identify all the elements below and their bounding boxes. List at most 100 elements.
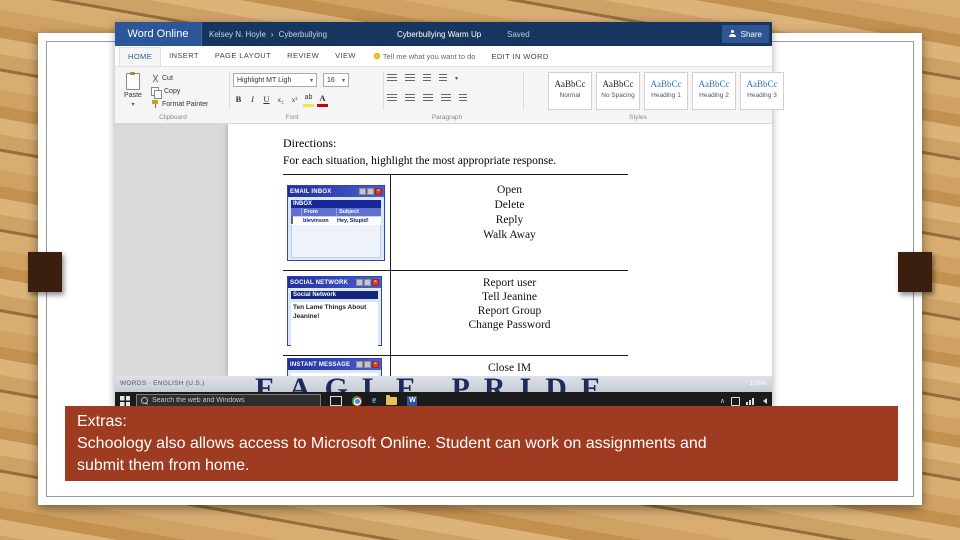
font-color-button[interactable]: A bbox=[317, 91, 328, 107]
line-spacing-button[interactable] bbox=[459, 94, 467, 103]
style-name: Heading 2 bbox=[699, 92, 729, 99]
style-tile-heading2[interactable]: AaBbCc Heading 2 bbox=[692, 72, 736, 110]
tab-home[interactable]: HOME bbox=[119, 46, 162, 66]
mock-window-title: INSTANT MESSAGE bbox=[290, 361, 351, 368]
ribbon: Paste ▾ Cut Copy Format Painter Clipboar… bbox=[115, 67, 784, 124]
scissors-icon bbox=[151, 74, 159, 83]
wallpaper-letters: EAGLE PRIDE bbox=[255, 376, 615, 392]
align-center-button[interactable] bbox=[405, 94, 415, 103]
save-status: Saved bbox=[507, 30, 530, 39]
message-subject: Hey, Stupid! bbox=[337, 218, 369, 224]
column-from: From bbox=[302, 208, 337, 216]
search-input[interactable] bbox=[152, 397, 316, 404]
network-icon[interactable] bbox=[746, 397, 754, 405]
doc-option[interactable]: Open bbox=[391, 183, 628, 198]
close-icon: × bbox=[375, 188, 382, 195]
status-bar-words: WORDS · ENGLISH (U.S.) bbox=[120, 380, 205, 387]
doc-option[interactable]: Walk Away bbox=[391, 228, 628, 243]
breadcrumb-user[interactable]: Kelsey N. Hoyle bbox=[209, 30, 266, 39]
maximize-icon bbox=[364, 279, 371, 286]
directions-heading: Directions: bbox=[283, 136, 337, 150]
zoom-level[interactable]: 100% bbox=[749, 380, 766, 387]
format-painter-button[interactable]: Format Painter bbox=[151, 98, 229, 111]
edit-in-word-button[interactable]: EDIT IN WORD bbox=[491, 52, 548, 61]
align-right-button[interactable] bbox=[423, 94, 433, 103]
doc-option[interactable]: Reply bbox=[391, 213, 628, 228]
font-group-label: Font bbox=[285, 114, 299, 121]
chrome-icon[interactable] bbox=[352, 396, 362, 406]
bullet-list-button[interactable] bbox=[387, 74, 397, 83]
word-online-window: Word Online Kelsey N. Hoyle › Cyberbully… bbox=[115, 22, 784, 410]
mock-window-title: SOCIAL NETWORK bbox=[290, 279, 349, 286]
style-tile-normal[interactable]: AaBbCc Normal bbox=[548, 72, 592, 110]
copy-label: Copy bbox=[164, 88, 181, 95]
email-inbox-image: EMAIL INBOX × INBOX From Subject blevins… bbox=[287, 185, 385, 261]
app-badge[interactable]: Word Online bbox=[115, 22, 202, 46]
subscript-button[interactable]: x₂ bbox=[275, 93, 286, 106]
align-justify-button[interactable] bbox=[441, 94, 451, 103]
tab-review[interactable]: REVIEW bbox=[279, 47, 327, 65]
minimize-icon bbox=[359, 188, 366, 195]
superscript-button[interactable]: x² bbox=[289, 93, 300, 106]
desktop-wallpaper-strip: EAGLE PRIDE WORDS · ENGLISH (U.S.) 100% bbox=[115, 376, 772, 392]
bold-button[interactable]: B bbox=[233, 93, 244, 106]
doc-option[interactable]: Change Password bbox=[391, 318, 628, 332]
tell-me-box[interactable]: Tell me what you want to do bbox=[373, 52, 475, 61]
cut-button[interactable]: Cut bbox=[151, 72, 229, 85]
font-name-combobox[interactable]: Highlight MT Ligh ▾ bbox=[233, 73, 317, 87]
speaker-icon[interactable] bbox=[760, 398, 767, 404]
doc-option[interactable]: Report Group bbox=[391, 304, 628, 318]
align-left-button[interactable] bbox=[387, 94, 397, 103]
share-button[interactable]: Share bbox=[721, 25, 769, 43]
document-title: Cyberbullying Warm Up bbox=[397, 30, 482, 39]
doc-option[interactable]: Delete bbox=[391, 198, 628, 213]
doc-option[interactable]: Report user bbox=[391, 276, 628, 290]
style-tile-heading3[interactable]: AaBbCc Heading 3 bbox=[740, 72, 784, 110]
indent-button[interactable] bbox=[439, 74, 447, 83]
doc-option[interactable]: Tell Jeanine bbox=[391, 290, 628, 304]
minimize-icon bbox=[356, 361, 363, 368]
caption-title: Extras: bbox=[77, 413, 127, 430]
font-size-combobox[interactable]: 16 ▾ bbox=[323, 73, 349, 87]
highlight-button[interactable]: ab bbox=[303, 91, 314, 107]
format-painter-icon bbox=[151, 100, 159, 109]
titlebar: Word Online Kelsey N. Hoyle › Cyberbully… bbox=[115, 22, 772, 46]
file-explorer-icon[interactable] bbox=[386, 395, 398, 405]
style-name: No Spacing bbox=[601, 92, 635, 99]
paste-button[interactable]: Paste ▾ bbox=[119, 71, 147, 109]
doc-option[interactable]: Close IM bbox=[391, 362, 628, 374]
tab-view[interactable]: VIEW bbox=[327, 47, 364, 65]
checkbox-icon bbox=[291, 216, 293, 224]
task-view-icon[interactable] bbox=[330, 396, 342, 406]
action-center-icon[interactable] bbox=[731, 396, 740, 406]
tab-insert[interactable]: INSERT bbox=[161, 47, 207, 65]
numbered-list-button[interactable] bbox=[405, 74, 415, 83]
chevron-down-icon: ▾ bbox=[309, 77, 313, 84]
inbox-label: INBOX bbox=[291, 200, 381, 208]
mock-window-title: EMAIL INBOX bbox=[290, 188, 332, 195]
style-tile-no-spacing[interactable]: AaBbCc No Spacing bbox=[596, 72, 640, 110]
tray-caret-icon[interactable]: ∧ bbox=[720, 397, 725, 405]
underline-button[interactable]: U bbox=[261, 93, 272, 106]
copy-button[interactable]: Copy bbox=[151, 85, 229, 99]
close-icon: × bbox=[372, 279, 379, 286]
edge-icon[interactable]: e bbox=[372, 396, 376, 406]
italic-button[interactable]: I bbox=[247, 93, 258, 106]
maximize-icon bbox=[367, 188, 374, 195]
tab-page-layout[interactable]: PAGE LAYOUT bbox=[207, 47, 279, 65]
caption-line: Schoology also allows access to Microsof… bbox=[77, 435, 707, 452]
outdent-button[interactable] bbox=[423, 74, 431, 83]
chevron-down-icon: ▾ bbox=[131, 101, 135, 108]
word-app-icon[interactable]: W bbox=[407, 396, 418, 406]
search-icon bbox=[141, 397, 148, 404]
breadcrumb: Kelsey N. Hoyle › Cyberbullying bbox=[209, 22, 327, 46]
group-divider bbox=[523, 72, 524, 110]
font-format-buttons: B I U x₂ x² ab A bbox=[233, 91, 328, 107]
font-name-value: Highlight MT Ligh bbox=[237, 76, 292, 84]
style-tile-heading1[interactable]: AaBbCc Heading 1 bbox=[644, 72, 688, 110]
paste-label: Paste bbox=[124, 91, 142, 99]
windows-start-icon[interactable] bbox=[120, 396, 130, 406]
breadcrumb-folder[interactable]: Cyberbullying bbox=[279, 30, 327, 39]
document-page[interactable]: Directions: For each situation, highligh… bbox=[228, 124, 772, 376]
style-name: Normal bbox=[559, 92, 581, 99]
